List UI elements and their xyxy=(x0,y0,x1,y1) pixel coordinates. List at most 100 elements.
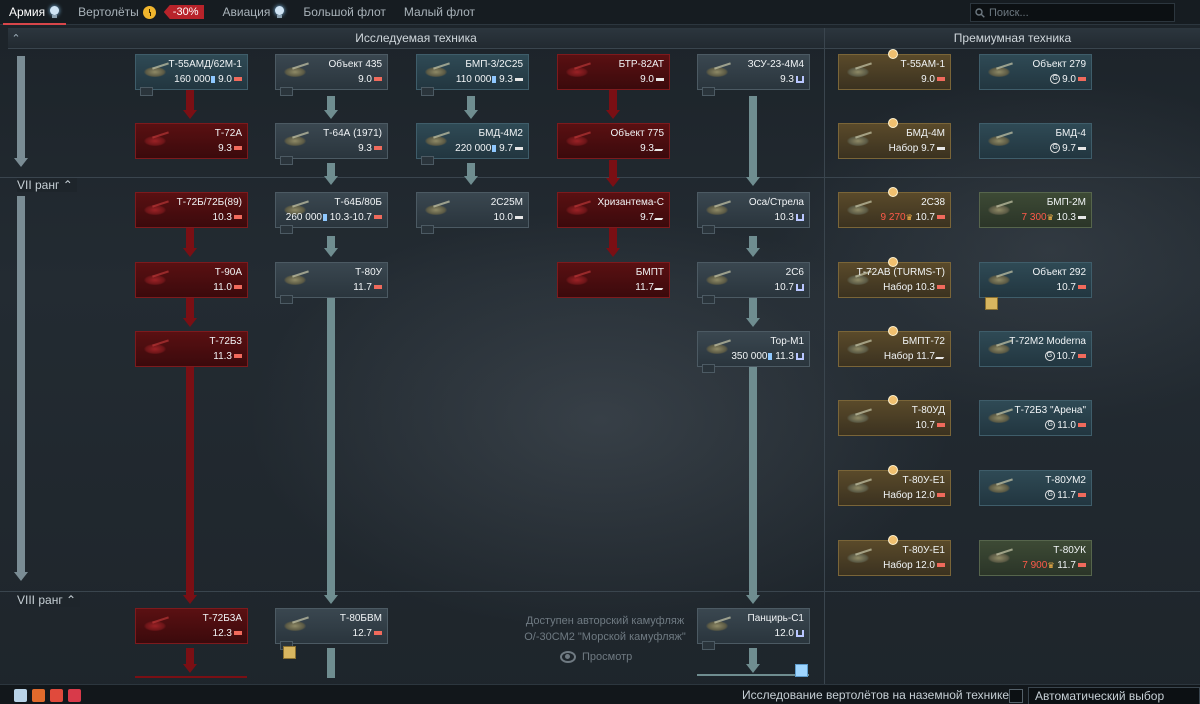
vehicle-card-t80ue1[interactable]: Т-80У-Е1 Набор 12.0 xyxy=(838,465,951,506)
vehicle-card-t72b[interactable]: Т-72Б/72Б(89) 10.3 xyxy=(135,192,248,228)
vehicle-card-t80um2[interactable]: Т-80УМ2 G 11.7 xyxy=(979,470,1092,506)
vehicle-card-torm1[interactable]: Тор-М1 350 000 11.3 xyxy=(697,331,810,367)
tank-icon xyxy=(278,58,312,82)
tank-icon xyxy=(560,58,594,82)
vehicle-card-t80u[interactable]: Т-80У 11.7 xyxy=(275,262,388,298)
tab-coastal-label: Малый флот xyxy=(403,5,475,19)
medium-tank-role-icon xyxy=(937,77,945,82)
vehicle-info: 7 900♛ 11.7 xyxy=(1022,560,1086,571)
event-icon[interactable] xyxy=(795,664,808,677)
vehicle-info: 12.0 xyxy=(775,628,804,639)
vehicle-card-t80bvm[interactable]: Т-80БВМ 12.7 xyxy=(275,608,388,644)
research-cost: 350 000 xyxy=(731,351,768,362)
tab-army[interactable]: Армия xyxy=(0,0,69,25)
vehicle-card-zsu234m4[interactable]: ЗСУ-23-4М4 9.3 xyxy=(697,54,810,90)
vehicle-card-2s25m[interactable]: 2С25М 10.0 xyxy=(416,192,529,228)
tank-icon xyxy=(841,474,875,498)
vehicle-card-t80ue1b[interactable]: Т-80У-Е1 Набор 12.0 xyxy=(838,535,951,576)
vehicle-slot-indicator xyxy=(421,225,434,234)
search-input[interactable]: Поиск... xyxy=(970,3,1175,22)
tab-bluewater-fleet[interactable]: Большой флот xyxy=(294,0,395,25)
medium-tank-role-icon xyxy=(234,77,242,82)
vehicle-name: Т-80БВМ xyxy=(339,613,382,624)
heli-research-checkbox[interactable] xyxy=(1009,689,1023,703)
medium-tank-role-icon xyxy=(374,215,382,220)
vehicle-info: G 9.7 xyxy=(1050,143,1086,154)
battle-rating: 9.0 xyxy=(218,74,232,85)
tab-coastal-fleet[interactable]: Малый флот xyxy=(395,0,484,25)
vehicle-card-obj292[interactable]: Объект 292 10.7 xyxy=(979,262,1092,298)
vehicle-card-t72m2[interactable]: Т-72М2 Moderna G 10.7 xyxy=(979,331,1092,367)
battle-rating: 10.7 xyxy=(1056,282,1076,293)
tab-helicopters[interactable]: Вертолёты -30% xyxy=(69,0,213,25)
vehicle-card-bmp2m[interactable]: БМП-2М 7 300♛ 10.3 xyxy=(979,192,1092,228)
vehicle-card-2s6[interactable]: 2С6 10.7 xyxy=(697,262,810,298)
tank-icon xyxy=(982,544,1016,568)
vehicle-card-pantsir[interactable]: Панцирь-С1 12.0 xyxy=(697,608,810,644)
filter-icon[interactable] xyxy=(14,689,27,702)
vehicle-card-obj435[interactable]: Объект 435 9.0 xyxy=(275,54,388,90)
collapse-up-icon[interactable]: ⌃ xyxy=(6,28,26,49)
vehicle-info: 9.3 xyxy=(358,143,382,154)
vehicle-card-t64a[interactable]: Т-64А (1971) 9.3 xyxy=(275,123,388,159)
rank-vii-label[interactable]: VII ранг ⌃ xyxy=(17,178,77,192)
tab-aviation[interactable]: Авиация xyxy=(213,0,294,25)
filter-icon[interactable] xyxy=(68,689,81,702)
auto-select-dropdown[interactable]: Автоматический выбор xyxy=(1028,687,1200,704)
vehicle-card-btr82at[interactable]: БТР-82АТ 9.0 xyxy=(557,54,670,90)
vehicle-card-2s38[interactable]: 2С38 9 270♛ 10.7 xyxy=(838,187,951,228)
pack-label: Набор xyxy=(883,560,916,571)
tank-icon xyxy=(560,196,594,220)
vehicle-card-t55amd[interactable]: Т-55АМД/62М-1 160 000 9.0 xyxy=(135,54,248,90)
camouflage-icon[interactable] xyxy=(283,646,296,659)
connector-arrowhead xyxy=(183,595,197,604)
vehicle-info: 9.0 xyxy=(358,74,382,85)
vehicle-card-bmpt[interactable]: БМПТ 11.7 xyxy=(557,262,670,298)
vehicle-name: Т-55АМД/62М-1 xyxy=(168,59,242,70)
vehicle-card-t72a[interactable]: Т-72А 9.3 xyxy=(135,123,248,159)
vehicle-card-obj775[interactable]: Объект 775 9.3 xyxy=(557,123,670,159)
rank-viii-separator xyxy=(0,591,824,592)
vehicle-card-t64b[interactable]: Т-64Б/80Б 260 000 10.3-10.7 xyxy=(275,192,388,228)
medium-tank-role-icon xyxy=(937,493,945,498)
vehicle-card-bmpt72[interactable]: БМПТ-72 Набор 11.7 xyxy=(838,326,951,367)
battle-rating: 9.3 xyxy=(218,143,232,154)
vehicle-name: Т-72А xyxy=(214,128,242,139)
vehicle-card-bmd4m[interactable]: БМД-4М Набор 9.7 xyxy=(838,118,951,159)
medium-tank-role-icon xyxy=(1078,563,1086,568)
eye-icon xyxy=(560,651,576,663)
filter-icon[interactable] xyxy=(50,689,63,702)
vehicle-card-t90a[interactable]: Т-90А 11.0 xyxy=(135,262,248,298)
research-points-icon xyxy=(492,144,497,152)
vehicle-card-t72av[interactable]: Т-72АВ (TURMS-T) Набор 10.3 xyxy=(838,257,951,298)
light-tank-role-icon xyxy=(515,146,523,150)
vehicle-name: Объект 435 xyxy=(328,59,382,70)
filter-icon[interactable] xyxy=(32,689,45,702)
vehicle-info: 260 000 10.3-10.7 xyxy=(286,212,382,223)
vehicle-card-obj279[interactable]: Объект 279 G 9.0 xyxy=(979,54,1092,90)
battle-rating: 11.7 xyxy=(1057,560,1076,571)
vehicle-card-khrizantema[interactable]: Хризантема-С 9.7 xyxy=(557,192,670,228)
rank-progress-arrow xyxy=(17,196,25,572)
vehicle-card-t80uk[interactable]: Т-80УК 7 900♛ 11.7 xyxy=(979,540,1092,576)
vehicle-card-t72b3a[interactable]: Т-72Б3А 12.3 xyxy=(135,608,248,644)
vehicle-card-t55am1[interactable]: Т-55АМ-1 9.0 xyxy=(838,49,951,90)
vehicle-card-t72b3[interactable]: Т-72Б3 11.3 xyxy=(135,331,248,367)
vehicle-card-t72b3arena[interactable]: Т-72Б3 "Арена" G 11.0 xyxy=(979,400,1092,436)
spaa-role-icon xyxy=(796,213,804,221)
vehicle-card-bmd4m2[interactable]: БМД-4М2 220 000 9.7 xyxy=(416,123,529,159)
view-camouflage-button[interactable]: Просмотр xyxy=(560,651,632,663)
rank-viii-label[interactable]: VIII ранг ⌃ xyxy=(17,593,81,607)
vehicle-info: G 9.0 xyxy=(1050,74,1086,85)
vehicle-card-bmp3[interactable]: БМП-3/2С25 110 000 9.3 xyxy=(416,54,529,90)
vehicle-card-t80ud[interactable]: Т-80УД 10.7 xyxy=(838,395,951,436)
vehicle-slot-indicator xyxy=(280,156,293,165)
top-tab-bar: Армия Вертолёты -30% Авиация Большой фло… xyxy=(0,0,1200,25)
tank-icon xyxy=(278,127,312,151)
vehicle-card-osa[interactable]: Оса/Стрела 10.3 xyxy=(697,192,810,228)
camouflage-icon[interactable] xyxy=(985,297,998,310)
vehicle-card-bmd4[interactable]: БМД-4 G 9.7 xyxy=(979,123,1092,159)
connector-arrowhead xyxy=(746,318,760,327)
heli-research-label: Исследование вертолётов на наземной техн… xyxy=(742,688,1010,702)
vehicle-name: Т-80У-Е1 xyxy=(902,475,945,486)
